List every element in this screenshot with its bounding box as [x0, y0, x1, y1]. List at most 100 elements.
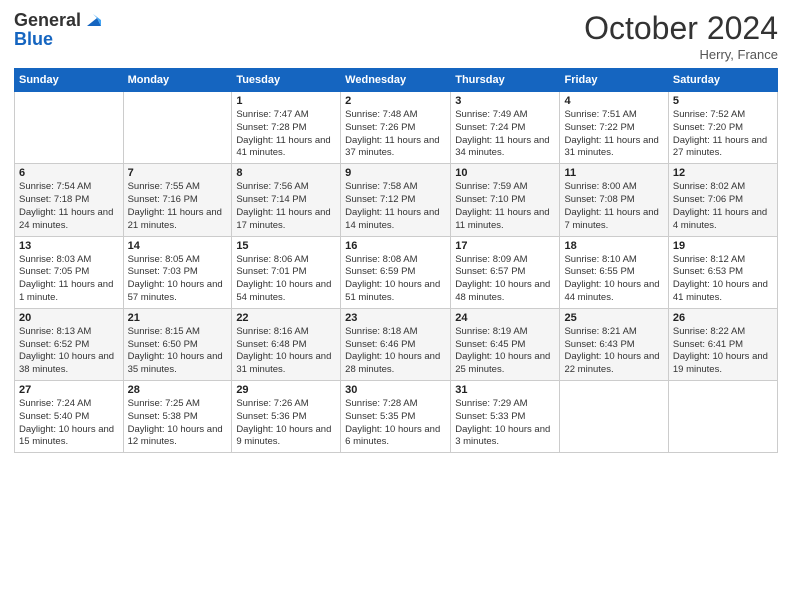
day-detail: Sunrise: 7:25 AM Sunset: 5:38 PM Dayligh… [128, 398, 228, 449]
day-number: 4 [564, 95, 663, 107]
day-detail: Sunrise: 7:24 AM Sunset: 5:40 PM Dayligh… [19, 398, 119, 449]
logo: General Blue [14, 10, 103, 50]
day-detail: Sunrise: 7:28 AM Sunset: 5:35 PM Dayligh… [345, 398, 446, 449]
day-number: 15 [236, 240, 336, 252]
day-detail: Sunrise: 7:49 AM Sunset: 7:24 PM Dayligh… [455, 109, 555, 160]
calendar-cell: 19Sunrise: 8:12 AM Sunset: 6:53 PM Dayli… [668, 236, 777, 308]
calendar-cell: 29 Sunrise: 7:26 AM Sunset: 5:36 PM Dayli… [232, 381, 341, 453]
calendar-cell: 30 Sunrise: 7:28 AM Sunset: 5:35 PM Dayli… [341, 381, 451, 453]
calendar-cell: 28 Sunrise: 7:25 AM Sunset: 5:38 PM Dayli… [123, 381, 232, 453]
weekday-header: Tuesday [232, 69, 341, 92]
day-detail: Sunrise: 7:52 AM Sunset: 7:20 PM Dayligh… [673, 109, 773, 160]
weekday-header: Wednesday [341, 69, 451, 92]
day-number: 10 [455, 167, 555, 179]
day-detail: Sunrise: 8:16 AM Sunset: 6:48 PM Dayligh… [236, 326, 336, 377]
calendar-week-row: 20 Sunrise: 8:13 AM Sunset: 6:52 PM Dayli… [15, 308, 778, 380]
day-number: 26 [673, 312, 773, 324]
day-detail: Sunrise: 7:47 AM Sunset: 7:28 PM Dayligh… [236, 109, 336, 160]
day-detail: Sunrise: 8:03 AM Sunset: 7:05 PM Dayligh… [19, 254, 119, 305]
day-number: 25 [564, 312, 663, 324]
calendar-cell: 14 Sunrise: 8:05 AM Sunset: 7:03 PM Dayli… [123, 236, 232, 308]
calendar-cell: 25 Sunrise: 8:21 AM Sunset: 6:43 PM Dayli… [560, 308, 668, 380]
day-detail: Sunrise: 7:26 AM Sunset: 5:36 PM Dayligh… [236, 398, 336, 449]
day-detail: Sunrise: 8:02 AM Sunset: 7:06 PM Dayligh… [673, 181, 773, 232]
day-number: 5 [673, 95, 773, 107]
calendar-cell: 11Sunrise: 8:00 AM Sunset: 7:08 PM Dayli… [560, 164, 668, 236]
weekday-header: Monday [123, 69, 232, 92]
day-number: 21 [128, 312, 228, 324]
calendar-week-row: 13 Sunrise: 8:03 AM Sunset: 7:05 PM Dayli… [15, 236, 778, 308]
day-detail: Sunrise: 8:21 AM Sunset: 6:43 PM Dayligh… [564, 326, 663, 377]
day-detail: Sunrise: 8:15 AM Sunset: 6:50 PM Dayligh… [128, 326, 228, 377]
day-number: 16 [345, 240, 446, 252]
calendar-cell: 4Sunrise: 7:51 AM Sunset: 7:22 PM Daylig… [560, 92, 668, 164]
day-number: 2 [345, 95, 446, 107]
calendar-cell: 18Sunrise: 8:10 AM Sunset: 6:55 PM Dayli… [560, 236, 668, 308]
day-number: 6 [19, 167, 119, 179]
weekday-header: Friday [560, 69, 668, 92]
day-number: 18 [564, 240, 663, 252]
day-detail: Sunrise: 8:22 AM Sunset: 6:41 PM Dayligh… [673, 326, 773, 377]
weekday-header: Thursday [451, 69, 560, 92]
location: Herry, France [584, 47, 778, 62]
day-number: 30 [345, 384, 446, 396]
calendar-cell: 10 Sunrise: 7:59 AM Sunset: 7:10 PM Dayli… [451, 164, 560, 236]
day-detail: Sunrise: 7:58 AM Sunset: 7:12 PM Dayligh… [345, 181, 446, 232]
day-number: 27 [19, 384, 119, 396]
logo-icon [83, 10, 103, 30]
day-number: 9 [345, 167, 446, 179]
calendar-cell [15, 92, 124, 164]
calendar-cell: 21 Sunrise: 8:15 AM Sunset: 6:50 PM Dayli… [123, 308, 232, 380]
day-number: 13 [19, 240, 119, 252]
calendar-cell [123, 92, 232, 164]
calendar-week-row: 6 Sunrise: 7:54 AM Sunset: 7:18 PM Daylig… [15, 164, 778, 236]
header: General Blue October 2024 Herry, France [14, 10, 778, 62]
day-number: 8 [236, 167, 336, 179]
calendar-cell: 23 Sunrise: 8:18 AM Sunset: 6:46 PM Dayli… [341, 308, 451, 380]
calendar-cell: 26 Sunrise: 8:22 AM Sunset: 6:41 PM Dayli… [668, 308, 777, 380]
calendar-cell: 16 Sunrise: 8:08 AM Sunset: 6:59 PM Dayli… [341, 236, 451, 308]
calendar-header-row: SundayMondayTuesdayWednesdayThursdayFrid… [15, 69, 778, 92]
day-detail: Sunrise: 8:06 AM Sunset: 7:01 PM Dayligh… [236, 254, 336, 305]
day-number: 22 [236, 312, 336, 324]
day-detail: Sunrise: 7:48 AM Sunset: 7:26 PM Dayligh… [345, 109, 446, 160]
calendar-cell: 9 Sunrise: 7:58 AM Sunset: 7:12 PM Daylig… [341, 164, 451, 236]
day-number: 14 [128, 240, 228, 252]
calendar-cell: 8 Sunrise: 7:56 AM Sunset: 7:14 PM Daylig… [232, 164, 341, 236]
day-number: 12 [673, 167, 773, 179]
weekday-header: Saturday [668, 69, 777, 92]
day-number: 20 [19, 312, 119, 324]
calendar-cell: 20 Sunrise: 8:13 AM Sunset: 6:52 PM Dayli… [15, 308, 124, 380]
calendar-cell: 3Sunrise: 7:49 AM Sunset: 7:24 PM Daylig… [451, 92, 560, 164]
calendar-cell: 5 Sunrise: 7:52 AM Sunset: 7:20 PM Daylig… [668, 92, 777, 164]
calendar-cell: 12 Sunrise: 8:02 AM Sunset: 7:06 PM Dayli… [668, 164, 777, 236]
day-number: 23 [345, 312, 446, 324]
day-detail: Sunrise: 8:08 AM Sunset: 6:59 PM Dayligh… [345, 254, 446, 305]
calendar-cell: 13 Sunrise: 8:03 AM Sunset: 7:05 PM Dayli… [15, 236, 124, 308]
calendar-cell: 24Sunrise: 8:19 AM Sunset: 6:45 PM Dayli… [451, 308, 560, 380]
day-detail: Sunrise: 7:54 AM Sunset: 7:18 PM Dayligh… [19, 181, 119, 232]
day-detail: Sunrise: 8:13 AM Sunset: 6:52 PM Dayligh… [19, 326, 119, 377]
day-detail: Sunrise: 8:05 AM Sunset: 7:03 PM Dayligh… [128, 254, 228, 305]
title-block: October 2024 Herry, France [584, 10, 778, 62]
calendar-cell: 7Sunrise: 7:55 AM Sunset: 7:16 PM Daylig… [123, 164, 232, 236]
calendar-week-row: 27 Sunrise: 7:24 AM Sunset: 5:40 PM Dayli… [15, 381, 778, 453]
calendar-cell: 22 Sunrise: 8:16 AM Sunset: 6:48 PM Dayli… [232, 308, 341, 380]
day-detail: Sunrise: 8:09 AM Sunset: 6:57 PM Dayligh… [455, 254, 555, 305]
calendar-cell: 31 Sunrise: 7:29 AM Sunset: 5:33 PM Dayli… [451, 381, 560, 453]
calendar-cell: 17Sunrise: 8:09 AM Sunset: 6:57 PM Dayli… [451, 236, 560, 308]
calendar-cell: 2 Sunrise: 7:48 AM Sunset: 7:26 PM Daylig… [341, 92, 451, 164]
day-number: 31 [455, 384, 555, 396]
calendar-cell: 27 Sunrise: 7:24 AM Sunset: 5:40 PM Dayli… [15, 381, 124, 453]
day-detail: Sunrise: 7:59 AM Sunset: 7:10 PM Dayligh… [455, 181, 555, 232]
day-number: 29 [236, 384, 336, 396]
day-detail: Sunrise: 8:18 AM Sunset: 6:46 PM Dayligh… [345, 326, 446, 377]
day-detail: Sunrise: 7:55 AM Sunset: 7:16 PM Dayligh… [128, 181, 228, 232]
day-detail: Sunrise: 7:29 AM Sunset: 5:33 PM Dayligh… [455, 398, 555, 449]
calendar-cell: 15 Sunrise: 8:06 AM Sunset: 7:01 PM Dayli… [232, 236, 341, 308]
calendar-cell: 6 Sunrise: 7:54 AM Sunset: 7:18 PM Daylig… [15, 164, 124, 236]
day-number: 28 [128, 384, 228, 396]
logo-blue: Blue [14, 29, 103, 50]
calendar-cell [560, 381, 668, 453]
day-detail: Sunrise: 7:56 AM Sunset: 7:14 PM Dayligh… [236, 181, 336, 232]
